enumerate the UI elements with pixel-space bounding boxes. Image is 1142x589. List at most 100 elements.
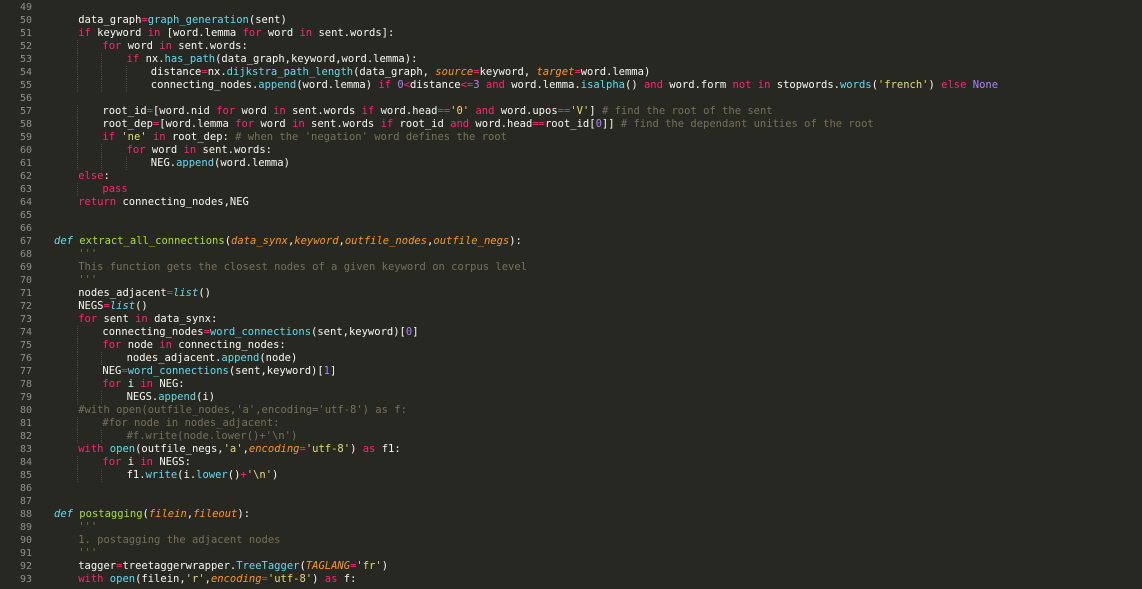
indent-guide (77, 79, 79, 92)
line-number: 74 (19, 327, 32, 338)
code-area[interactable]: data_graph=graph_generation(sent) if keyw… (54, 0, 1142, 589)
code-token: f1. (126, 469, 146, 481)
code-token: ) (381, 560, 389, 572)
code-line[interactable]: NEG.append(word.lemma) (151, 157, 290, 170)
code-token: for (235, 118, 261, 130)
code-line[interactable]: with open(outfile_negs,'a',encoding='utf… (78, 443, 400, 456)
code-token: ] (330, 365, 337, 377)
code-token: and (643, 79, 670, 91)
code-token: sent.words]: (318, 27, 395, 39)
indent-guide (77, 105, 79, 118)
code-line[interactable]: for i in NEG: (102, 378, 184, 391)
code-token: for (78, 313, 104, 325)
code-line[interactable]: #f.write(node.lower()+'\n') (127, 430, 298, 443)
code-token: nodes_adjacent (78, 287, 167, 299)
code-line[interactable]: with open(filein,'r',encoding='utf-8') a… (78, 573, 356, 586)
code-token: list (109, 300, 136, 312)
code-line[interactable]: if 'ne' in root_dep: # when the 'negatio… (102, 131, 507, 144)
code-line[interactable]: connecting_nodes.append(word.lemma) if 0… (151, 79, 998, 92)
line-number: 87 (19, 496, 32, 507)
code-token: source (435, 66, 474, 78)
line-number: 66 (19, 223, 32, 234)
code-editor[interactable]: 49 50 51 52 53 54 55 56 57 58 59 60 61 62 63 64 65 66 67 68… (0, 0, 1142, 589)
code-line[interactable]: data_graph=graph_generation(sent) (78, 14, 287, 27)
code-token: (data_graph,keyword,word.lemma): (215, 53, 418, 65)
line-number: 60 (19, 145, 32, 156)
code-line[interactable]: ''' (78, 521, 97, 534)
code-token: '\n' (246, 469, 273, 481)
code-line[interactable]: for word in sent.words: (102, 40, 247, 53)
code-token: # when the 'negation' word defines the r… (235, 131, 507, 143)
code-line[interactable]: tagger=treetaggerwrapper.TreeTagger(TAGL… (78, 560, 388, 573)
code-line[interactable]: for word in sent.words: (127, 144, 272, 157)
line-number: 56 (19, 93, 32, 104)
code-token: (word.lemma) (214, 157, 290, 169)
code-line[interactable]: ''' (78, 274, 97, 287)
code-token: in (159, 339, 179, 351)
code-line[interactable]: #with open(outfile_nodes,'a',encoding='u… (78, 404, 407, 417)
line-number: 51 (19, 28, 32, 39)
code-line[interactable]: nodes_adjacent.append(node) (127, 352, 298, 365)
code-token: if (378, 79, 398, 91)
indent-guide (77, 378, 79, 391)
code-token: data_synx (231, 235, 288, 247)
code-line[interactable]: return connecting_nodes,NEG (78, 196, 249, 209)
code-line[interactable]: root_dep=[word.lemma for word in sent.wo… (102, 118, 873, 131)
code-line[interactable]: f1.write(i.lower()+'\n') (127, 469, 279, 482)
code-token: (sent) (248, 14, 287, 26)
indent-guide (125, 79, 127, 92)
code-line[interactable]: #for node in nodes_adjacent: (102, 417, 279, 430)
code-token: word.lemma) (580, 66, 651, 78)
code-token: append (158, 391, 197, 403)
code-token: ) (350, 443, 363, 455)
code-line[interactable]: for sent in data_synx: (78, 313, 217, 326)
line-number: 67 (19, 236, 32, 247)
code-line[interactable]: if keyword in [word.lemma for word in se… (78, 27, 394, 40)
code-token: 'fr' (356, 560, 382, 572)
code-token: (data_graph, (353, 66, 436, 78)
code-line[interactable]: nodes_adjacent=list() (78, 287, 211, 300)
code-line[interactable]: NEGS.append(i) (127, 391, 216, 404)
code-token: open (109, 573, 136, 585)
line-number: 52 (19, 41, 32, 52)
code-token: with (78, 573, 110, 585)
code-token: (sent,keyword)[ (228, 365, 324, 377)
code-line[interactable]: if nx.has_path(data_graph,keyword,word.l… (127, 53, 418, 66)
code-token: (i) (196, 391, 216, 403)
code-line[interactable]: connecting_nodes=word_connections(sent,k… (102, 326, 418, 339)
code-line[interactable]: This function gets the closest nodes of … (78, 261, 527, 274)
code-line[interactable]: ''' (78, 547, 97, 560)
code-line[interactable]: def postagging(filein,fileout): (54, 508, 250, 521)
code-token: ) (928, 79, 942, 91)
code-token: keyword, (479, 66, 537, 78)
code-token: data_graph (78, 14, 142, 26)
code-line[interactable]: root_id=[word.nid for word in sent.words… (102, 105, 772, 118)
code-token: None (972, 79, 999, 91)
code-token: NEGS (78, 300, 104, 312)
code-token: in (159, 40, 179, 52)
code-line[interactable]: NEGS=list() (78, 300, 148, 313)
line-number: 68 (19, 249, 32, 260)
line-number: 64 (19, 197, 32, 208)
code-token: i (127, 378, 141, 390)
code-line[interactable]: for node in connecting_nodes: (102, 339, 285, 352)
code-token: data_synx: (154, 313, 218, 325)
code-line[interactable]: for i in NEGS: (102, 456, 191, 469)
code-line[interactable]: pass (102, 183, 127, 196)
code-line[interactable]: 1. postagging the adjacent nodes (78, 534, 280, 547)
line-number: 69 (19, 262, 32, 273)
code-token: def (54, 508, 80, 520)
code-token: in (292, 118, 312, 130)
code-token: () (227, 469, 241, 481)
code-line[interactable]: def extract_all_connections(data_synx,ke… (54, 235, 522, 248)
code-token: write (145, 469, 178, 481)
code-line[interactable]: NEG=word_connections(sent,keyword)[1] (102, 365, 336, 378)
indent-guide (125, 157, 127, 170)
code-token: root_id (102, 105, 147, 117)
code-token: distance (410, 79, 461, 91)
code-line[interactable]: distance=nx.dijkstra_path_length(data_gr… (151, 66, 650, 79)
code-line[interactable]: ''' (78, 248, 97, 261)
code-line[interactable]: else: (78, 170, 110, 183)
code-token: for (102, 378, 128, 390)
code-token: in (273, 105, 293, 117)
